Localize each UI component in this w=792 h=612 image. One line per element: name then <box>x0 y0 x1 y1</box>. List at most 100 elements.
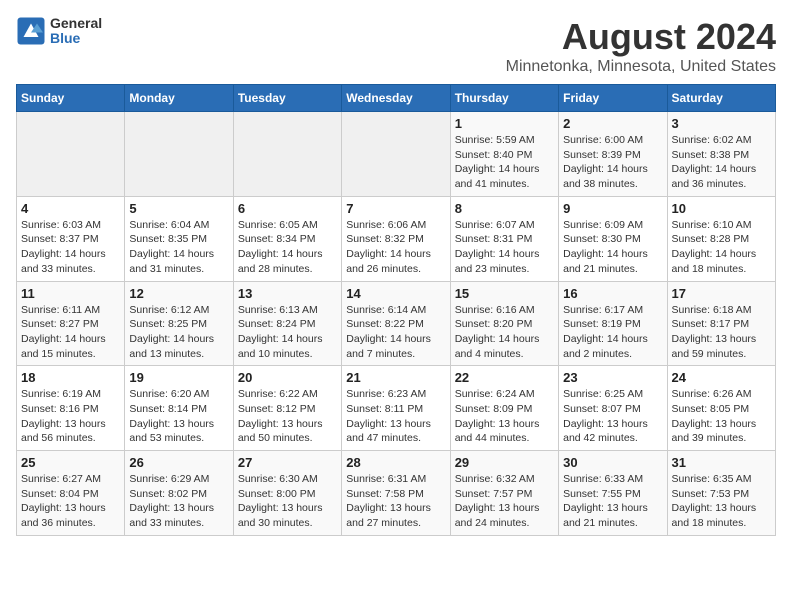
day-info: Sunrise: 6:04 AM Sunset: 8:35 PM Dayligh… <box>129 218 228 277</box>
day-info: Sunrise: 6:19 AM Sunset: 8:16 PM Dayligh… <box>21 387 120 446</box>
day-info: Sunrise: 6:33 AM Sunset: 7:55 PM Dayligh… <box>563 472 662 531</box>
calendar-cell: 7Sunrise: 6:06 AM Sunset: 8:32 PM Daylig… <box>342 196 450 281</box>
day-number: 8 <box>455 201 554 216</box>
calendar-cell: 20 Sunrise: 6:22 AM Sunset: 8:12 PM Dayli… <box>233 366 341 451</box>
day-number: 13 <box>238 286 337 301</box>
calendar-cell: 16 Sunrise: 6:17 AM Sunset: 8:19 PM Dayli… <box>559 281 667 366</box>
day-info: Sunrise: 6:35 AM Sunset: 7:53 PM Dayligh… <box>672 472 771 531</box>
day-number: 11 <box>21 286 120 301</box>
calendar-week-row: 25Sunrise: 6:27 AM Sunset: 8:04 PM Dayli… <box>17 451 776 536</box>
calendar-cell: 24 Sunrise: 6:26 AM Sunset: 8:05 PM Dayli… <box>667 366 775 451</box>
day-info: Sunrise: 6:20 AM Sunset: 8:14 PM Dayligh… <box>129 387 228 446</box>
day-info: Sunrise: 6:00 AM Sunset: 8:39 PM Dayligh… <box>563 133 662 192</box>
calendar-cell: 31 Sunrise: 6:35 AM Sunset: 7:53 PM Dayli… <box>667 451 775 536</box>
day-number: 2 <box>563 116 662 131</box>
calendar-cell: 29 Sunrise: 6:32 AM Sunset: 7:57 PM Dayli… <box>450 451 558 536</box>
calendar-week-row: 4 Sunrise: 6:03 AM Sunset: 8:37 PM Daylig… <box>17 196 776 281</box>
calendar-cell: 12 Sunrise: 6:12 AM Sunset: 8:25 PM Dayli… <box>125 281 233 366</box>
calendar-cell: 30 Sunrise: 6:33 AM Sunset: 7:55 PM Dayli… <box>559 451 667 536</box>
weekday-header: Saturday <box>667 85 775 112</box>
calendar-cell: 9 Sunrise: 6:09 AM Sunset: 8:30 PM Daylig… <box>559 196 667 281</box>
day-number: 29 <box>455 455 554 470</box>
day-info: Sunrise: 6:02 AM Sunset: 8:38 PM Dayligh… <box>672 133 771 192</box>
day-number: 5 <box>129 201 228 216</box>
day-number: 26 <box>129 455 228 470</box>
calendar-cell <box>17 112 125 197</box>
day-info: Sunrise: 6:09 AM Sunset: 8:30 PM Dayligh… <box>563 218 662 277</box>
calendar-cell: 1 Sunrise: 5:59 AM Sunset: 8:40 PM Daylig… <box>450 112 558 197</box>
day-info: Sunrise: 6:32 AM Sunset: 7:57 PM Dayligh… <box>455 472 554 531</box>
calendar-cell: 27 Sunrise: 6:30 AM Sunset: 8:00 PM Dayli… <box>233 451 341 536</box>
calendar-cell: 8 Sunrise: 6:07 AM Sunset: 8:31 PM Daylig… <box>450 196 558 281</box>
day-info: Sunrise: 6:27 AM Sunset: 8:04 PM Dayligh… <box>21 472 120 531</box>
day-info: Sunrise: 6:12 AM Sunset: 8:25 PM Dayligh… <box>129 303 228 362</box>
day-info: Sunrise: 6:13 AM Sunset: 8:24 PM Dayligh… <box>238 303 337 362</box>
weekday-header: Friday <box>559 85 667 112</box>
page-header: General Blue August 2024 Minnetonka, Min… <box>16 16 776 76</box>
weekday-header: Sunday <box>17 85 125 112</box>
day-number: 31 <box>672 455 771 470</box>
day-number: 23 <box>563 370 662 385</box>
calendar-cell: 5 Sunrise: 6:04 AM Sunset: 8:35 PM Daylig… <box>125 196 233 281</box>
day-number: 27 <box>238 455 337 470</box>
day-info: Sunrise: 6:10 AM Sunset: 8:28 PM Dayligh… <box>672 218 771 277</box>
calendar-cell: 18 Sunrise: 6:19 AM Sunset: 8:16 PM Dayli… <box>17 366 125 451</box>
logo-icon <box>16 16 46 46</box>
day-number: 10 <box>672 201 771 216</box>
day-info: Sunrise: 6:18 AM Sunset: 8:17 PM Dayligh… <box>672 303 771 362</box>
weekday-header: Thursday <box>450 85 558 112</box>
day-number: 16 <box>563 286 662 301</box>
day-number: 24 <box>672 370 771 385</box>
weekday-header: Tuesday <box>233 85 341 112</box>
calendar-cell <box>233 112 341 197</box>
day-number: 1 <box>455 116 554 131</box>
calendar-cell: 4 Sunrise: 6:03 AM Sunset: 8:37 PM Daylig… <box>17 196 125 281</box>
day-info: Sunrise: 6:22 AM Sunset: 8:12 PM Dayligh… <box>238 387 337 446</box>
day-info: Sunrise: 6:26 AM Sunset: 8:05 PM Dayligh… <box>672 387 771 446</box>
calendar-cell: 10 Sunrise: 6:10 AM Sunset: 8:28 PM Dayli… <box>667 196 775 281</box>
day-number: 6 <box>238 201 337 216</box>
day-info: Sunrise: 6:07 AM Sunset: 8:31 PM Dayligh… <box>455 218 554 277</box>
day-info: Sunrise: 6:14 AM Sunset: 8:22 PM Dayligh… <box>346 303 445 362</box>
calendar-cell: 15 Sunrise: 6:16 AM Sunset: 8:20 PM Dayli… <box>450 281 558 366</box>
day-info: Sunrise: 6:31 AM Sunset: 7:58 PM Dayligh… <box>346 472 445 531</box>
day-info: Sunrise: 6:06 AM Sunset: 8:32 PM Dayligh… <box>346 218 445 277</box>
day-info: Sunrise: 5:59 AM Sunset: 8:40 PM Dayligh… <box>455 133 554 192</box>
day-number: 3 <box>672 116 771 131</box>
day-number: 22 <box>455 370 554 385</box>
calendar-cell: 6Sunrise: 6:05 AM Sunset: 8:34 PM Daylig… <box>233 196 341 281</box>
subtitle: Minnetonka, Minnesota, United States <box>506 58 776 76</box>
calendar-week-row: 11Sunrise: 6:11 AM Sunset: 8:27 PM Dayli… <box>17 281 776 366</box>
calendar-week-row: 1 Sunrise: 5:59 AM Sunset: 8:40 PM Daylig… <box>17 112 776 197</box>
day-number: 15 <box>455 286 554 301</box>
day-number: 14 <box>346 286 445 301</box>
calendar-cell: 22Sunrise: 6:24 AM Sunset: 8:09 PM Dayli… <box>450 366 558 451</box>
calendar-table: SundayMondayTuesdayWednesdayThursdayFrid… <box>16 84 776 536</box>
day-number: 20 <box>238 370 337 385</box>
calendar-cell: 13 Sunrise: 6:13 AM Sunset: 8:24 PM Dayli… <box>233 281 341 366</box>
logo-general: General <box>50 16 102 31</box>
calendar-cell: 2 Sunrise: 6:00 AM Sunset: 8:39 PM Daylig… <box>559 112 667 197</box>
day-number: 12 <box>129 286 228 301</box>
calendar-header: SundayMondayTuesdayWednesdayThursdayFrid… <box>17 85 776 112</box>
weekday-header: Wednesday <box>342 85 450 112</box>
day-number: 30 <box>563 455 662 470</box>
day-info: Sunrise: 6:17 AM Sunset: 8:19 PM Dayligh… <box>563 303 662 362</box>
calendar-cell: 21Sunrise: 6:23 AM Sunset: 8:11 PM Dayli… <box>342 366 450 451</box>
calendar-week-row: 18 Sunrise: 6:19 AM Sunset: 8:16 PM Dayli… <box>17 366 776 451</box>
calendar-cell <box>342 112 450 197</box>
logo-text: General Blue <box>50 16 102 47</box>
day-number: 9 <box>563 201 662 216</box>
calendar-cell: 19Sunrise: 6:20 AM Sunset: 8:14 PM Dayli… <box>125 366 233 451</box>
calendar-cell: 3 Sunrise: 6:02 AM Sunset: 8:38 PM Daylig… <box>667 112 775 197</box>
day-number: 4 <box>21 201 120 216</box>
day-info: Sunrise: 6:16 AM Sunset: 8:20 PM Dayligh… <box>455 303 554 362</box>
calendar-cell: 26Sunrise: 6:29 AM Sunset: 8:02 PM Dayli… <box>125 451 233 536</box>
day-info: Sunrise: 6:30 AM Sunset: 8:00 PM Dayligh… <box>238 472 337 531</box>
calendar-cell: 11Sunrise: 6:11 AM Sunset: 8:27 PM Dayli… <box>17 281 125 366</box>
calendar-cell: 23Sunrise: 6:25 AM Sunset: 8:07 PM Dayli… <box>559 366 667 451</box>
day-info: Sunrise: 6:03 AM Sunset: 8:37 PM Dayligh… <box>21 218 120 277</box>
day-number: 28 <box>346 455 445 470</box>
calendar-cell: 25Sunrise: 6:27 AM Sunset: 8:04 PM Dayli… <box>17 451 125 536</box>
day-number: 18 <box>21 370 120 385</box>
